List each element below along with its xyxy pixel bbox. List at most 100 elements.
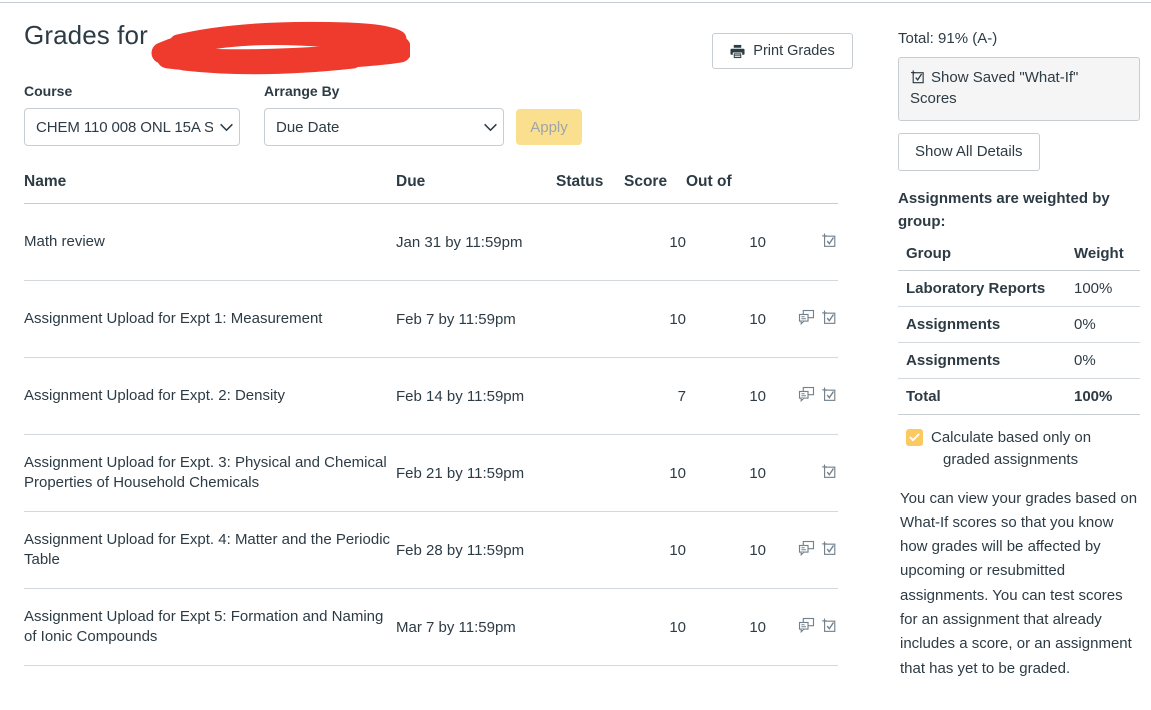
whatif-score-icon[interactable] bbox=[821, 232, 838, 249]
print-grades-button[interactable]: Print Grades bbox=[712, 33, 853, 69]
assignment-actions bbox=[766, 204, 838, 281]
page-title: Grades for bbox=[24, 20, 148, 51]
assignment-status bbox=[556, 512, 624, 589]
assignment-name[interactable]: Assignment Upload for Expt. 3: Physical … bbox=[24, 435, 396, 512]
assignment-out-of: 10 bbox=[686, 435, 766, 512]
assignment-score: 10 bbox=[624, 589, 686, 666]
grades-page: Grades for bbox=[0, 0, 1151, 710]
whatif-score-icon bbox=[910, 69, 926, 85]
column-header-status: Status bbox=[556, 173, 624, 204]
group-name: Laboratory Reports bbox=[898, 271, 1066, 307]
submission-comments-icon[interactable] bbox=[798, 540, 815, 557]
table-row[interactable]: Assignment Upload for Expt. 4: Matter an… bbox=[24, 512, 838, 589]
assignment-due: Mar 7 by 11:59pm bbox=[396, 589, 556, 666]
arrange-by-select[interactable]: Due Date bbox=[264, 108, 504, 146]
grades-table-header-row: Name Due Status Score Out of bbox=[24, 173, 838, 204]
arrange-by-label: Arrange By bbox=[264, 83, 339, 99]
assignment-status bbox=[556, 589, 624, 666]
weights-row: Laboratory Reports100% bbox=[898, 271, 1140, 307]
redaction-scribble-overlay bbox=[148, 15, 410, 77]
grades-sidebar: Total: 91% (A-) Show Saved "What-If" Sco… bbox=[898, 30, 1140, 681]
column-header-out-of: Out of bbox=[686, 173, 766, 204]
grades-main-column: Grades for bbox=[24, 20, 838, 666]
assignment-name[interactable]: Assignment Upload for Expt 5: Formation … bbox=[24, 589, 396, 666]
table-row[interactable]: Math reviewJan 31 by 11:59pm1010 bbox=[24, 204, 838, 281]
whatif-score-icon[interactable] bbox=[821, 540, 838, 557]
course-select[interactable]: CHEM 110 008 ONL 15A S bbox=[24, 108, 240, 146]
group-weight-total: 100% bbox=[1066, 379, 1140, 415]
apply-button[interactable]: Apply bbox=[516, 109, 582, 145]
group-name-total: Total bbox=[898, 379, 1066, 415]
assignment-actions bbox=[766, 435, 838, 512]
chevron-down-icon bbox=[477, 123, 503, 132]
top-divider bbox=[0, 2, 1151, 3]
assignment-score: 10 bbox=[624, 512, 686, 589]
whatif-score-icon[interactable] bbox=[821, 463, 838, 480]
calculate-graded-only-label: Calculate based only on graded assignmen… bbox=[931, 427, 1091, 471]
chevron-down-icon bbox=[213, 123, 239, 132]
column-header-name[interactable]: Name bbox=[24, 173, 396, 204]
assignment-name[interactable]: Assignment Upload for Expt 1: Measuremen… bbox=[24, 281, 396, 358]
assignment-due: Jan 31 by 11:59pm bbox=[396, 204, 556, 281]
whatif-help-text: You can view your grades based on What-I… bbox=[898, 487, 1142, 681]
assignment-status bbox=[556, 358, 624, 435]
assignment-actions bbox=[766, 589, 838, 666]
show-saved-whatif-scores-label: Show Saved "What-If" Scores bbox=[910, 69, 1078, 107]
grades-table: Name Due Status Score Out of Math review… bbox=[24, 173, 838, 666]
column-header-actions bbox=[766, 173, 838, 204]
show-all-details-button[interactable]: Show All Details bbox=[898, 133, 1040, 171]
assignment-actions bbox=[766, 358, 838, 435]
assignment-score: 10 bbox=[624, 204, 686, 281]
column-header-weight: Weight bbox=[1066, 245, 1140, 271]
assignment-name[interactable]: Assignment Upload for Expt. 2: Density bbox=[24, 358, 396, 435]
assignment-score: 10 bbox=[624, 281, 686, 358]
assignment-status bbox=[556, 204, 624, 281]
assignment-name[interactable]: Math review bbox=[24, 204, 396, 281]
assignment-group-weights-table: Group Weight Laboratory Reports100%Assig… bbox=[898, 245, 1140, 415]
whatif-score-icon[interactable] bbox=[821, 617, 838, 634]
assignment-due: Feb 28 by 11:59pm bbox=[396, 512, 556, 589]
assignment-status bbox=[556, 435, 624, 512]
submission-comments-icon[interactable] bbox=[798, 386, 815, 403]
submission-comments-icon[interactable] bbox=[798, 309, 815, 326]
group-weight: 100% bbox=[1066, 271, 1140, 307]
assignment-score: 10 bbox=[624, 435, 686, 512]
assignment-status bbox=[556, 281, 624, 358]
weights-row: Assignments0% bbox=[898, 307, 1140, 343]
grades-filters: Course Arrange By CHEM 110 008 ONL 15A S… bbox=[24, 83, 838, 157]
table-row[interactable]: Assignment Upload for Expt 5: Formation … bbox=[24, 589, 838, 666]
arrange-by-select-value: Due Date bbox=[265, 119, 477, 136]
assignment-name[interactable]: Assignment Upload for Expt. 4: Matter an… bbox=[24, 512, 396, 589]
print-grades-label: Print Grades bbox=[753, 43, 834, 59]
title-row: Grades for bbox=[24, 20, 838, 68]
calculate-graded-only-row: Calculate based only on graded assignmen… bbox=[898, 427, 1140, 471]
assignment-due: Feb 7 by 11:59pm bbox=[396, 281, 556, 358]
assignment-actions bbox=[766, 512, 838, 589]
group-weight: 0% bbox=[1066, 343, 1140, 379]
weights-header-row: Group Weight bbox=[898, 245, 1140, 271]
total-grade-text: Total: 91% (A-) bbox=[898, 30, 1140, 47]
table-row[interactable]: Assignment Upload for Expt 1: Measuremen… bbox=[24, 281, 838, 358]
printer-icon bbox=[730, 44, 745, 59]
table-row[interactable]: Assignment Upload for Expt. 3: Physical … bbox=[24, 435, 838, 512]
weights-row: Assignments0% bbox=[898, 343, 1140, 379]
weights-total-row: Total100% bbox=[898, 379, 1140, 415]
calculate-graded-only-checkbox[interactable] bbox=[906, 429, 923, 446]
assignment-score: 7 bbox=[624, 358, 686, 435]
whatif-score-icon[interactable] bbox=[821, 386, 838, 403]
assignment-out-of: 10 bbox=[686, 589, 766, 666]
submission-comments-icon[interactable] bbox=[798, 617, 815, 634]
show-saved-whatif-scores-button[interactable]: Show Saved "What-If" Scores bbox=[898, 57, 1140, 121]
group-weight: 0% bbox=[1066, 307, 1140, 343]
table-row[interactable]: Assignment Upload for Expt. 2: DensityFe… bbox=[24, 358, 838, 435]
assignment-due: Feb 14 by 11:59pm bbox=[396, 358, 556, 435]
column-header-due[interactable]: Due bbox=[396, 173, 556, 204]
course-label: Course bbox=[24, 83, 72, 99]
assignment-out-of: 10 bbox=[686, 358, 766, 435]
whatif-score-icon[interactable] bbox=[821, 309, 838, 326]
column-header-score: Score bbox=[624, 173, 686, 204]
course-select-value: CHEM 110 008 ONL 15A S bbox=[25, 119, 213, 136]
assignment-actions bbox=[766, 281, 838, 358]
assignment-out-of: 10 bbox=[686, 281, 766, 358]
weighted-by-group-heading: Assignments are weighted by group: bbox=[898, 187, 1140, 234]
